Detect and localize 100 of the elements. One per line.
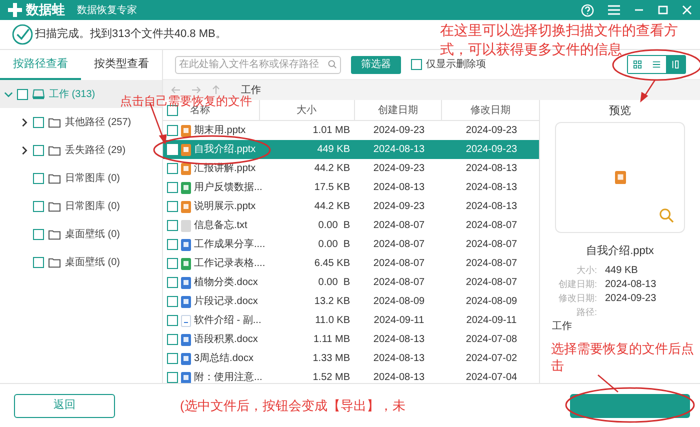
file-row[interactable]: 植物分类.docx 0.00 B 2024-08-07 2024-08-07 xyxy=(163,273,539,292)
modified-date: 2024-08-13 xyxy=(466,162,518,176)
checkbox[interactable] xyxy=(167,125,178,136)
detail-label: 大小: xyxy=(576,264,597,277)
file-row[interactable]: 信息备忘.txt 0.00 B 2024-08-07 2024-08-07 xyxy=(163,216,539,235)
checkbox-label: 仅显示删除项 xyxy=(426,58,486,72)
drive-icon xyxy=(32,88,45,100)
file-row[interactable]: 说明展示.pptx 44.2 KB 2024-09-23 2024-08-13 xyxy=(163,197,539,216)
modified-date: 2024-09-23 xyxy=(466,143,518,157)
folder-icon xyxy=(48,228,61,240)
checkbox[interactable] xyxy=(33,144,44,156)
view-mode-button[interactable] xyxy=(666,56,685,73)
chevron-down-icon[interactable] xyxy=(4,90,13,98)
checkbox[interactable] xyxy=(33,172,44,184)
tree-label: 工作 (313) xyxy=(49,88,96,102)
maximize-icon[interactable] xyxy=(658,5,668,15)
list-view-icon xyxy=(652,60,661,69)
file-icon xyxy=(181,220,191,232)
checkbox[interactable] xyxy=(167,296,178,307)
file-icon xyxy=(181,334,191,346)
file-row[interactable]: 语段积累.docx 1.11 MB 2024-08-13 2024-07-08 xyxy=(163,330,539,349)
menu-icon[interactable] xyxy=(608,5,620,15)
checkbox[interactable] xyxy=(167,315,178,326)
checkbox[interactable] xyxy=(33,228,44,240)
tree-item[interactable]: 其他路径 (257) xyxy=(0,108,134,136)
modified-date: 2024-09-23 xyxy=(466,124,518,138)
file-size: 13.2 KB xyxy=(314,295,350,309)
created-date: 2024-08-13 xyxy=(373,333,425,347)
checkbox[interactable] xyxy=(167,220,178,231)
detail-value: 2024-09-23 xyxy=(605,292,656,306)
tree-item[interactable]: 日常图库 (0) xyxy=(0,192,122,220)
file-icon xyxy=(181,296,191,308)
tree-item[interactable]: 日常图库 (0) xyxy=(0,164,122,192)
file-row[interactable]: 片段记录.docx 13.2 KB 2024-08-09 2024-08-09 xyxy=(163,292,539,311)
checkbox[interactable] xyxy=(411,59,422,70)
created-date: 2024-09-11 xyxy=(374,314,424,328)
detail-value: 2024-08-13 xyxy=(605,278,656,292)
file-name: 用户反馈数据... xyxy=(194,180,262,195)
tree-item[interactable]: 桌面壁纸 (0) xyxy=(0,248,122,276)
created-date: 2024-08-07 xyxy=(373,238,425,252)
checkbox[interactable] xyxy=(33,200,44,212)
file-icon xyxy=(181,182,191,194)
view-tab[interactable]: 按类型查看 xyxy=(81,50,162,80)
created-date: 2024-08-09 xyxy=(373,295,425,309)
search-field[interactable]: 在此处输入文件名称或保存路径 xyxy=(175,56,341,74)
chevron-right-icon[interactable] xyxy=(20,118,29,126)
modified-date: 2024-08-07 xyxy=(466,276,518,290)
checkbox[interactable] xyxy=(33,116,44,128)
column-header: 创建日期 xyxy=(378,104,418,118)
file-name: 自我介绍.pptx xyxy=(194,142,256,157)
path-value: 工作 xyxy=(552,320,572,334)
checkbox[interactable] xyxy=(33,256,44,268)
file-icon xyxy=(181,258,191,270)
zoom-icon[interactable] xyxy=(659,208,674,223)
annotation-text: 在这里可以选择切换扫描文件的查看方式，可以获得更多文件的信息 xyxy=(440,21,679,59)
checkbox[interactable] xyxy=(167,277,178,288)
modified-date: 2024-08-13 xyxy=(466,200,518,214)
tree-label: 桌面壁纸 (0) xyxy=(65,256,120,270)
checkbox[interactable] xyxy=(167,239,178,250)
file-row[interactable]: 附：使用注意... 1.52 MB 2024-08-13 2024-07-04 xyxy=(163,368,539,383)
file-size: 0.00 B xyxy=(318,276,350,290)
file-name: 3周总结.docx xyxy=(194,352,254,366)
checkbox[interactable] xyxy=(17,88,28,100)
created-date: 2024-08-07 xyxy=(373,257,425,271)
close-icon[interactable] xyxy=(682,5,692,15)
file-size: 1.11 MB xyxy=(314,333,350,347)
preview-file-name: 自我介绍.pptx xyxy=(586,244,654,259)
modified-date: 2024-07-04 xyxy=(466,371,518,383)
checkbox[interactable] xyxy=(167,182,178,193)
file-row[interactable]: 3周总结.docx 1.33 MB 2024-08-13 2024-07-02 xyxy=(163,349,539,368)
help-icon[interactable] xyxy=(581,4,594,16)
file-row[interactable]: 工作成果分享.... 0.00 B 2024-08-07 2024-08-07 xyxy=(163,235,539,254)
checkbox[interactable] xyxy=(167,201,178,212)
search-icon[interactable] xyxy=(328,60,337,69)
file-row[interactable]: 期末用.pptx 1.01 MB 2024-09-23 2024-09-23 xyxy=(163,121,539,140)
view-mode-switcher[interactable] xyxy=(627,55,686,74)
tree-item[interactable]: 桌面壁纸 (0) xyxy=(0,220,122,248)
modified-date: 2024-07-08 xyxy=(466,333,518,347)
checkbox[interactable] xyxy=(167,258,178,269)
checkbox[interactable] xyxy=(167,372,178,383)
detail-label: 路径: xyxy=(576,306,597,319)
tree-label: 桌面壁纸 (0) xyxy=(65,228,120,242)
folder-icon xyxy=(48,144,61,156)
detail-view-icon xyxy=(671,60,680,69)
file-name: 工作成果分享.... xyxy=(194,238,266,252)
file-row[interactable]: 工作记录表格.... 6.45 KB 2024-08-07 2024-08-07 xyxy=(163,254,539,273)
file-row[interactable]: 软件介绍 - 副... 11.0 KB 2024-09-11 2024-09-11 xyxy=(163,311,539,330)
file-size: 449 KB xyxy=(317,143,350,157)
recover-button[interactable] xyxy=(570,394,690,418)
tree-item[interactable]: 丢失路径 (29) xyxy=(0,136,128,164)
file-name: 信息备忘.txt xyxy=(194,218,248,233)
checkbox[interactable] xyxy=(167,334,178,345)
checkbox[interactable] xyxy=(167,163,178,174)
file-size: 11.0 KB xyxy=(315,314,350,328)
checkbox[interactable] xyxy=(167,353,178,364)
chevron-right-icon[interactable] xyxy=(20,146,29,154)
back-button[interactable]: 返回 xyxy=(14,394,115,418)
file-icon xyxy=(614,170,626,184)
modified-date: 2024-08-07 xyxy=(466,238,518,252)
file-row[interactable]: 用户反馈数据... 17.5 KB 2024-08-13 2024-08-13 xyxy=(163,178,539,197)
